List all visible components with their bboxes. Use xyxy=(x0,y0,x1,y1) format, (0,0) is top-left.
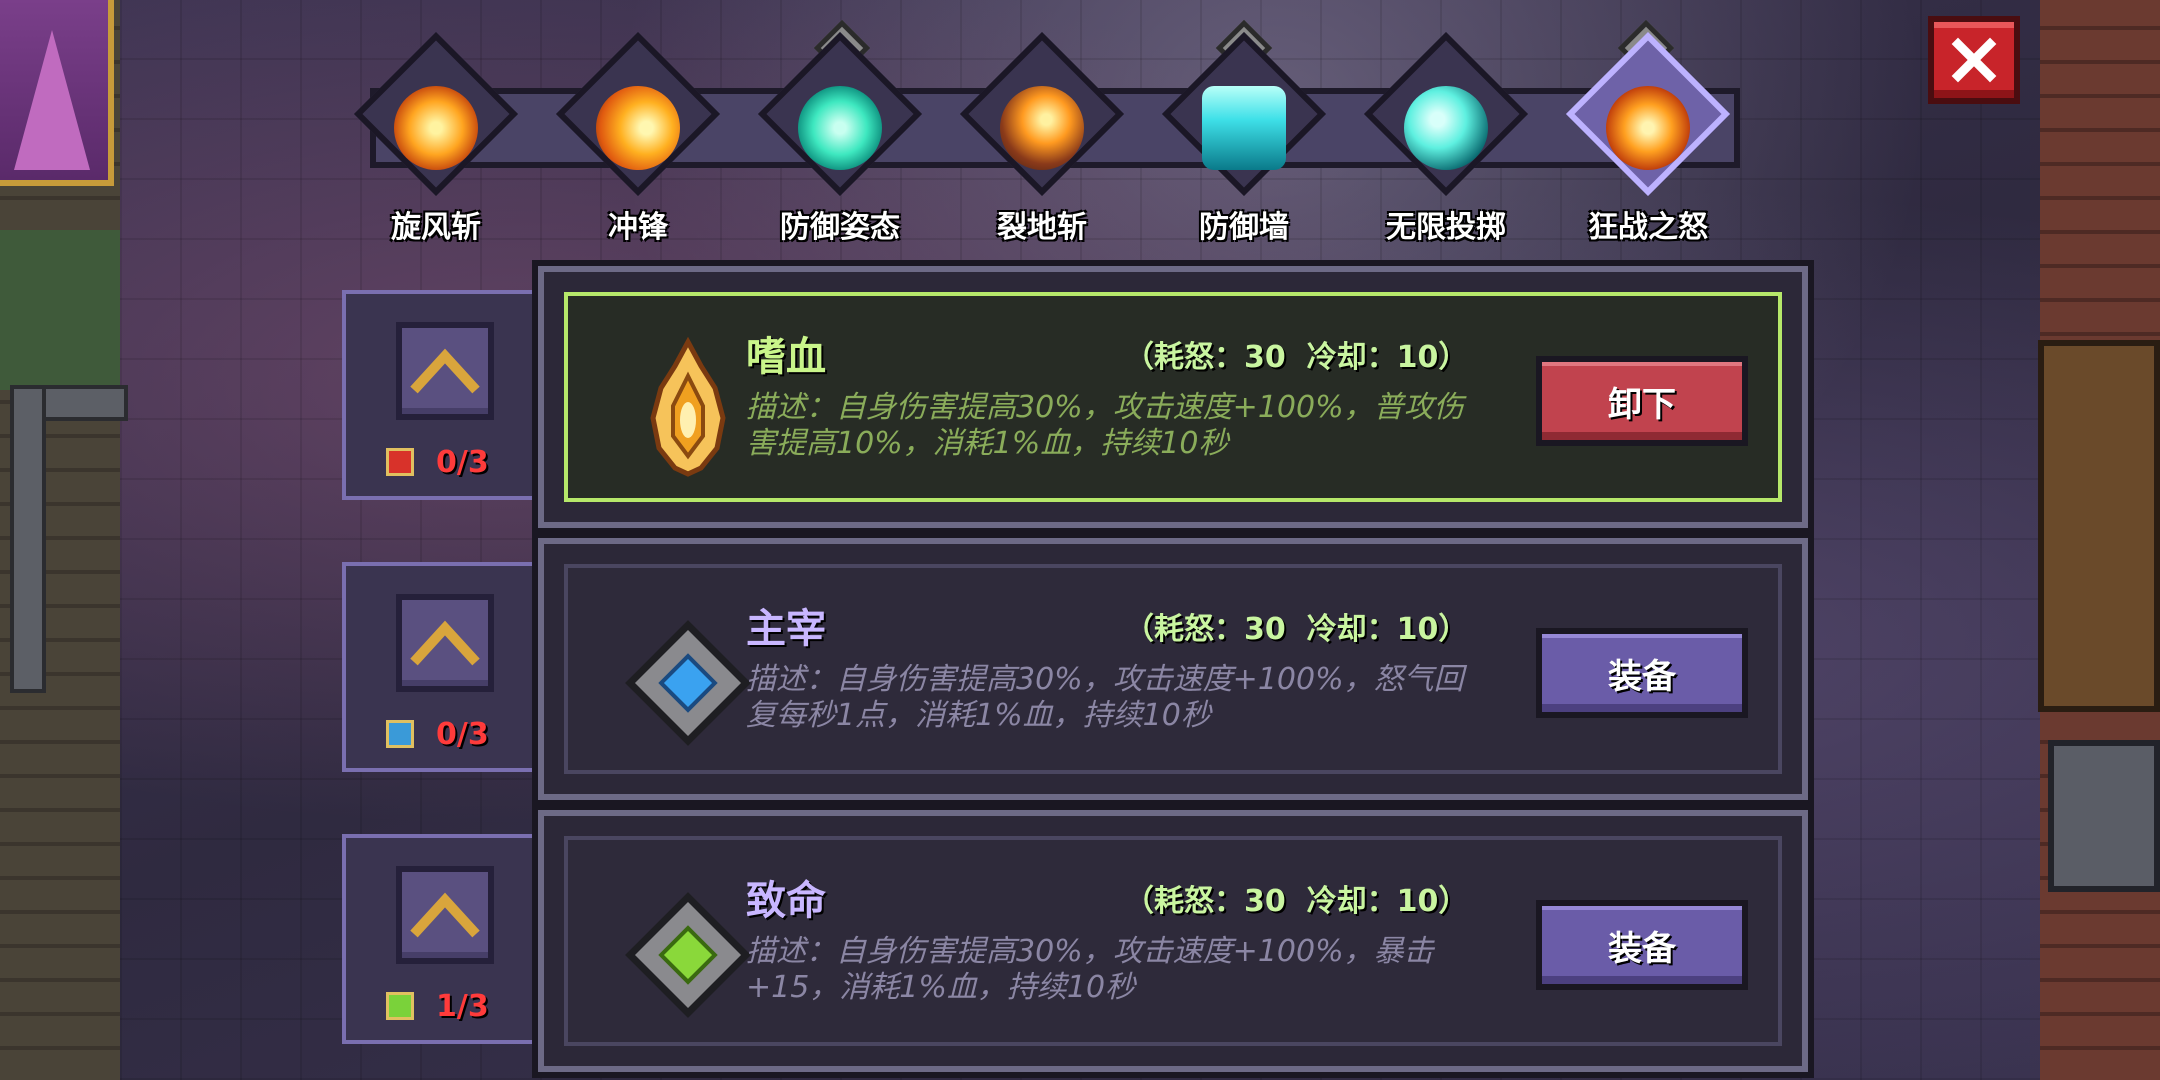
rune-level: 1/3 xyxy=(436,988,489,1024)
close-button[interactable] xyxy=(1928,16,2020,104)
rune-card-dominate[interactable]: 主宰 （耗怒：30 冷却：10） 描述：自身伤害提高30%，攻击速度+100%，… xyxy=(538,538,1808,800)
rune-description: 描述：自身伤害提高30%，攻击速度+100%，普攻伤害提高10%，消耗1%血，持… xyxy=(746,390,1464,461)
close-icon xyxy=(1951,37,1997,83)
berserker-rage-icon xyxy=(1606,86,1690,170)
background-right-wall xyxy=(2038,0,2160,1080)
defense-wall-icon xyxy=(1202,86,1286,170)
rune-mini-icon xyxy=(386,992,414,1020)
tab-whirlwind[interactable]: 旋风斩 xyxy=(336,31,536,250)
tab-defense-wall[interactable]: 防御墙 xyxy=(1144,31,1344,250)
tab-label: 旋风斩 xyxy=(391,210,481,245)
rune-mini-icon xyxy=(386,720,414,748)
background-left-wall xyxy=(0,0,128,1080)
unequip-button[interactable]: 卸下 xyxy=(1536,356,1748,446)
chevron-up-icon xyxy=(410,620,480,666)
grass-patch xyxy=(0,230,120,390)
rune-upgrade-panel: 0/3 xyxy=(342,290,542,500)
purple-banner xyxy=(0,0,114,186)
chevron-up-icon xyxy=(410,348,480,394)
upgrade-button[interactable] xyxy=(396,322,494,420)
charge-icon xyxy=(596,86,680,170)
rune-card-inner: 主宰 （耗怒：30 冷却：10） 描述：自身伤害提高30%，攻击速度+100%，… xyxy=(564,564,1782,774)
rune-name: 嗜血 xyxy=(746,334,826,380)
rune-cost: （耗怒：30 冷却：10） xyxy=(1124,884,1469,919)
pipe-vertical xyxy=(10,385,46,693)
rune-cost: （耗怒：30 冷却：10） xyxy=(1124,340,1469,375)
green-gem-icon xyxy=(618,880,758,1030)
infinite-throw-icon xyxy=(1404,86,1488,170)
rune-cost: （耗怒：30 冷却：10） xyxy=(1124,612,1469,647)
wooden-cart xyxy=(2038,340,2160,712)
whirlwind-icon xyxy=(394,86,478,170)
rune-upgrade-panel: 1/3 xyxy=(342,834,542,1044)
rune-card-inner: 致命 （耗怒：30 冷却：10） 描述：自身伤害提高30%，攻击速度+100%，… xyxy=(564,836,1782,1046)
tab-label: 防御墙 xyxy=(1199,210,1289,245)
defense-stance-icon xyxy=(798,86,882,170)
tab-ground-slash[interactable]: 裂地斩 xyxy=(942,31,1142,250)
rune-upgrade-panel: 0/3 xyxy=(342,562,542,772)
tab-defense-stance[interactable]: 防御姿态 xyxy=(740,31,940,250)
rune-description: 描述：自身伤害提高30%，攻击速度+100%，怒气回复每秒1点，消耗1%血，持续… xyxy=(746,662,1464,733)
metal-crate xyxy=(2048,740,2160,892)
rune-name: 主宰 xyxy=(746,606,826,652)
tab-charge[interactable]: 冲锋 xyxy=(538,31,738,250)
rune-mini-icon xyxy=(386,448,414,476)
rune-description: 描述：自身伤害提高30%，攻击速度+100%，暴击+15，消耗1%血，持续10秒 xyxy=(746,934,1434,1005)
tab-label: 狂战之怒 xyxy=(1588,210,1708,245)
rune-name: 致命 xyxy=(746,878,826,924)
equip-button[interactable]: 装备 xyxy=(1536,900,1748,990)
upgrade-button[interactable] xyxy=(396,594,494,692)
blue-gem-icon xyxy=(618,608,758,758)
rune-level: 0/3 xyxy=(436,444,489,480)
tab-label: 冲锋 xyxy=(608,210,668,245)
rune-level: 0/3 xyxy=(436,716,489,752)
tab-label: 防御姿态 xyxy=(780,210,900,245)
rune-card-lethal[interactable]: 致命 （耗怒：30 冷却：10） 描述：自身伤害提高30%，攻击速度+100%，… xyxy=(538,810,1808,1072)
chevron-up-icon xyxy=(410,892,480,938)
rune-card-inner: 嗜血 （耗怒：30 冷却：10） 描述：自身伤害提高30%，攻击速度+100%，… xyxy=(564,292,1782,502)
ground-slash-icon xyxy=(1000,86,1084,170)
bloodlust-flame-icon xyxy=(618,336,758,486)
tab-label: 裂地斩 xyxy=(997,210,1087,245)
tab-berserker-rage[interactable]: 狂战之怒 xyxy=(1548,31,1748,250)
equip-button[interactable]: 装备 xyxy=(1536,628,1748,718)
rune-card-bloodlust[interactable]: 嗜血 （耗怒：30 冷却：10） 描述：自身伤害提高30%，攻击速度+100%，… xyxy=(538,266,1808,528)
tab-label: 无限投掷 xyxy=(1386,210,1506,245)
tab-infinite-throw[interactable]: 无限投掷 xyxy=(1346,31,1546,250)
upgrade-button[interactable] xyxy=(396,866,494,964)
